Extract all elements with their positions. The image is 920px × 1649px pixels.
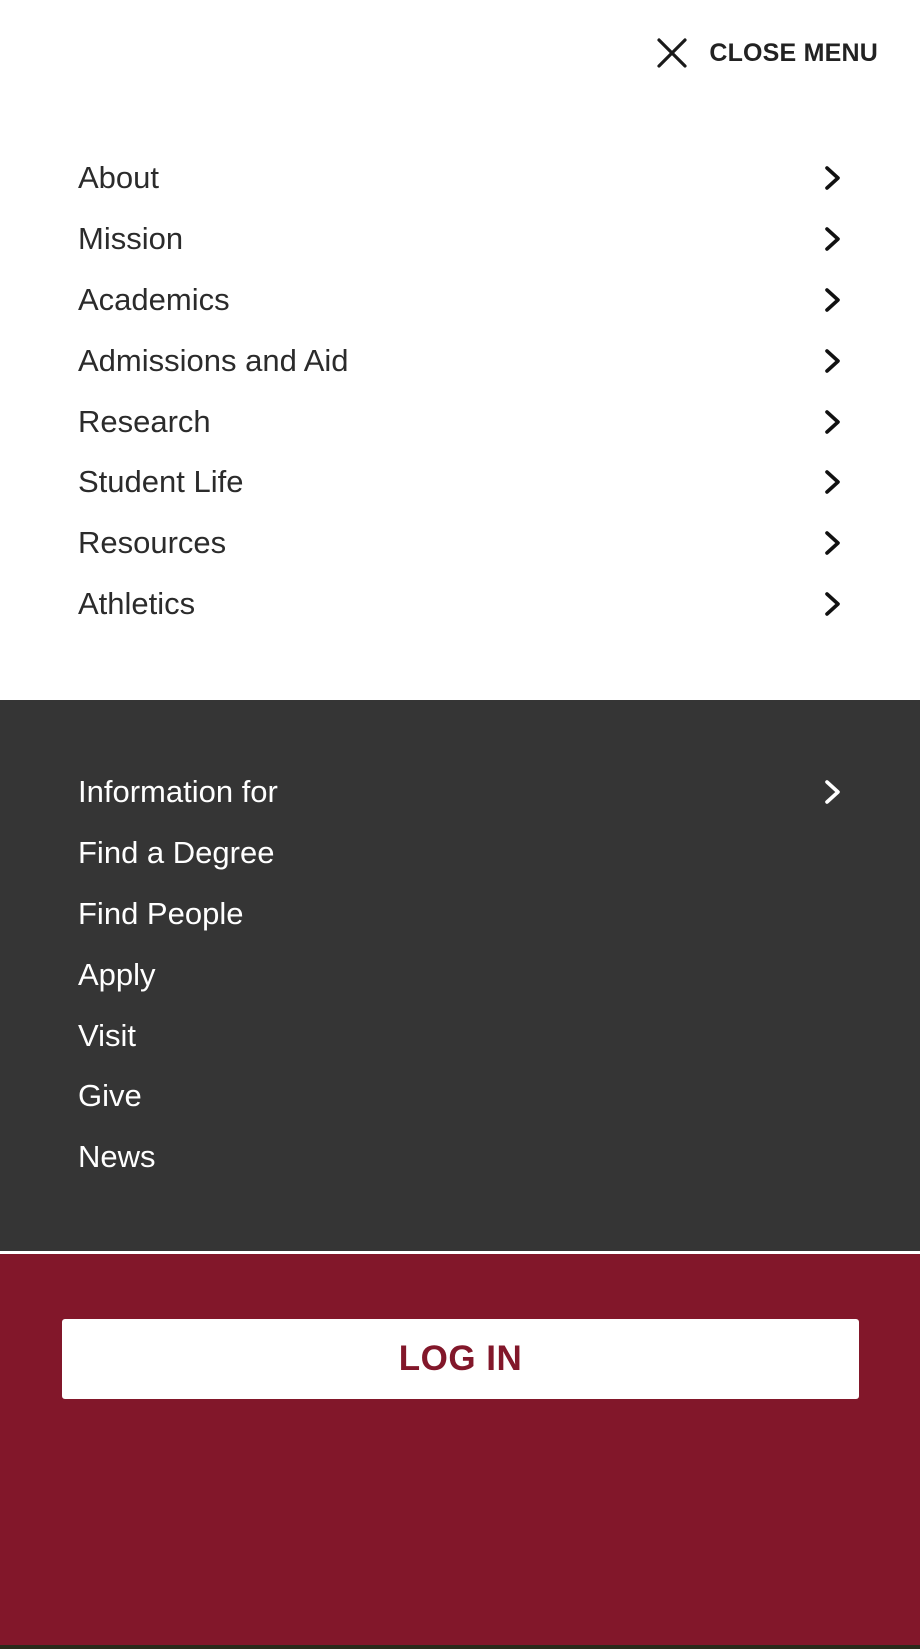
login-button[interactable]: LOG IN <box>62 1319 859 1399</box>
nav-item-mission[interactable]: Mission <box>78 209 850 270</box>
secondary-menu-panel: Information for Find a Degree Find Peopl… <box>0 700 920 1253</box>
nav-item-visit[interactable]: Visit <box>78 1005 850 1066</box>
bottom-edge-divider <box>0 1645 920 1649</box>
chevron-right-icon <box>825 166 840 191</box>
chevron-right-icon <box>825 409 840 434</box>
nav-item-research[interactable]: Research <box>78 391 850 452</box>
nav-item-information-for[interactable]: Information for <box>78 762 850 823</box>
nav-item-label: Give <box>78 1078 142 1114</box>
close-menu-label: CLOSE MENU <box>709 38 878 67</box>
chevron-right-icon <box>825 470 840 495</box>
nav-item-find-a-degree[interactable]: Find a Degree <box>78 823 850 884</box>
login-panel: LOG IN <box>0 1254 920 1649</box>
nav-item-label: Athletics <box>78 585 196 621</box>
nav-item-label: Find People <box>78 895 244 931</box>
nav-item-label: Find a Degree <box>78 835 275 871</box>
nav-item-label: Mission <box>78 221 184 257</box>
chevron-right-icon <box>825 227 840 251</box>
nav-item-news[interactable]: News <box>78 1127 850 1188</box>
nav-item-student-life[interactable]: Student Life <box>78 452 850 513</box>
nav-item-label: Academics <box>78 281 230 317</box>
chevron-right-icon <box>825 592 840 616</box>
chevron-right-icon <box>825 531 840 555</box>
nav-item-athletics[interactable]: Athletics <box>78 574 850 635</box>
nav-item-give[interactable]: Give <box>78 1066 850 1127</box>
primary-menu-panel: CLOSE MENU About Mission Academics Admis… <box>0 0 920 700</box>
primary-nav: About Mission Academics Admissions and A… <box>78 148 850 634</box>
close-menu-button[interactable]: CLOSE MENU <box>655 36 878 70</box>
nav-item-label: About <box>78 160 160 196</box>
nav-item-admissions-and-aid[interactable]: Admissions and Aid <box>78 330 850 391</box>
chevron-right-icon <box>825 288 840 312</box>
nav-item-label: Apply <box>78 956 156 992</box>
close-x-icon <box>657 38 687 68</box>
nav-item-label: Information for <box>78 774 278 810</box>
mobile-menu-page: CLOSE MENU About Mission Academics Admis… <box>0 0 920 1649</box>
nav-item-about[interactable]: About <box>78 148 850 209</box>
nav-item-label: News <box>78 1139 156 1175</box>
nav-item-resources[interactable]: Resources <box>78 513 850 574</box>
nav-item-label: Admissions and Aid <box>78 342 349 378</box>
nav-item-label: Research <box>78 403 211 439</box>
nav-item-academics[interactable]: Academics <box>78 270 850 331</box>
nav-item-label: Student Life <box>78 464 244 500</box>
nav-item-apply[interactable]: Apply <box>78 944 850 1005</box>
nav-item-label: Resources <box>78 525 227 561</box>
chevron-right-icon <box>825 780 840 805</box>
nav-item-label: Visit <box>78 1017 137 1053</box>
nav-item-find-people[interactable]: Find People <box>78 884 850 945</box>
chevron-right-icon <box>825 348 840 373</box>
secondary-nav: Information for Find a Degree Find Peopl… <box>78 762 850 1188</box>
